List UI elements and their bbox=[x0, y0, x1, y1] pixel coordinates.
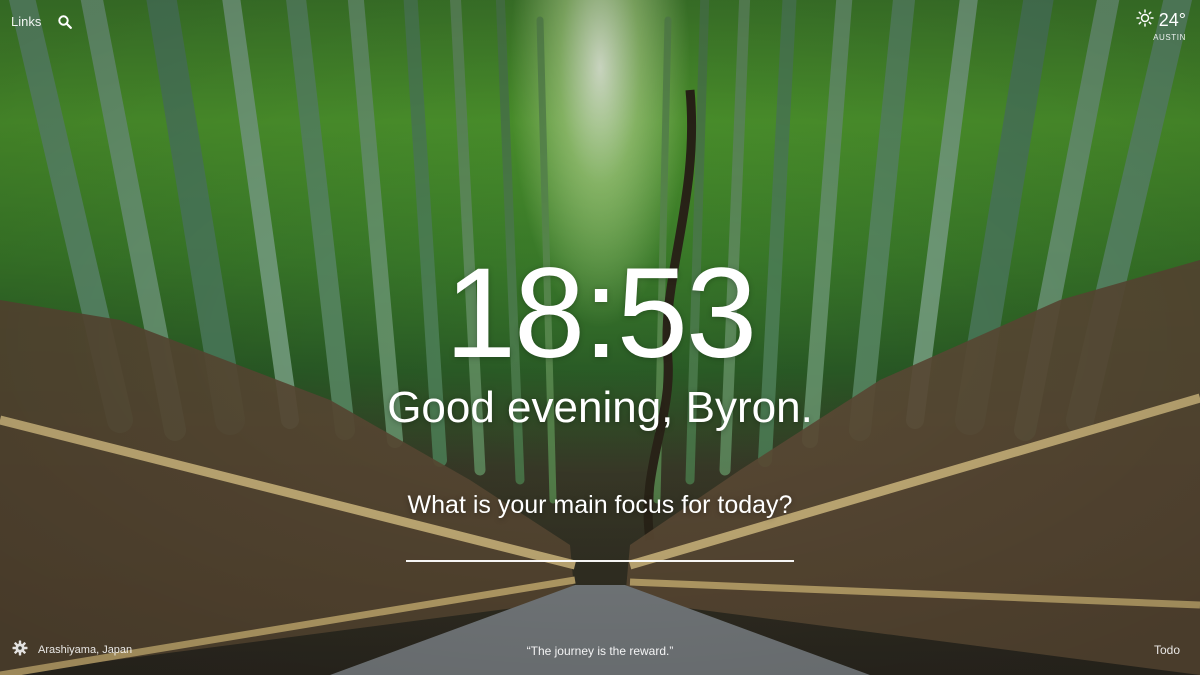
weather-widget[interactable]: 24° AUSTIN bbox=[1136, 9, 1186, 42]
greeting: Good evening, Byron. bbox=[387, 383, 813, 432]
weather-temperature: 24° bbox=[1158, 10, 1186, 30]
center-panel: 18:53 Good evening, Byron. bbox=[0, 250, 1200, 434]
links-button[interactable]: Links bbox=[11, 14, 41, 29]
clock: 18:53 bbox=[444, 242, 757, 385]
top-left-bar: Links bbox=[11, 14, 73, 29]
quote[interactable]: “The journey is the reward.” bbox=[0, 644, 1200, 658]
focus-question: What is your main focus for today? bbox=[407, 491, 793, 519]
search-icon[interactable] bbox=[58, 14, 73, 29]
focus-input[interactable] bbox=[406, 532, 794, 562]
todo-button[interactable]: Todo bbox=[1154, 643, 1180, 657]
weather-location: AUSTIN bbox=[1153, 33, 1186, 42]
sun-icon bbox=[1136, 9, 1154, 32]
